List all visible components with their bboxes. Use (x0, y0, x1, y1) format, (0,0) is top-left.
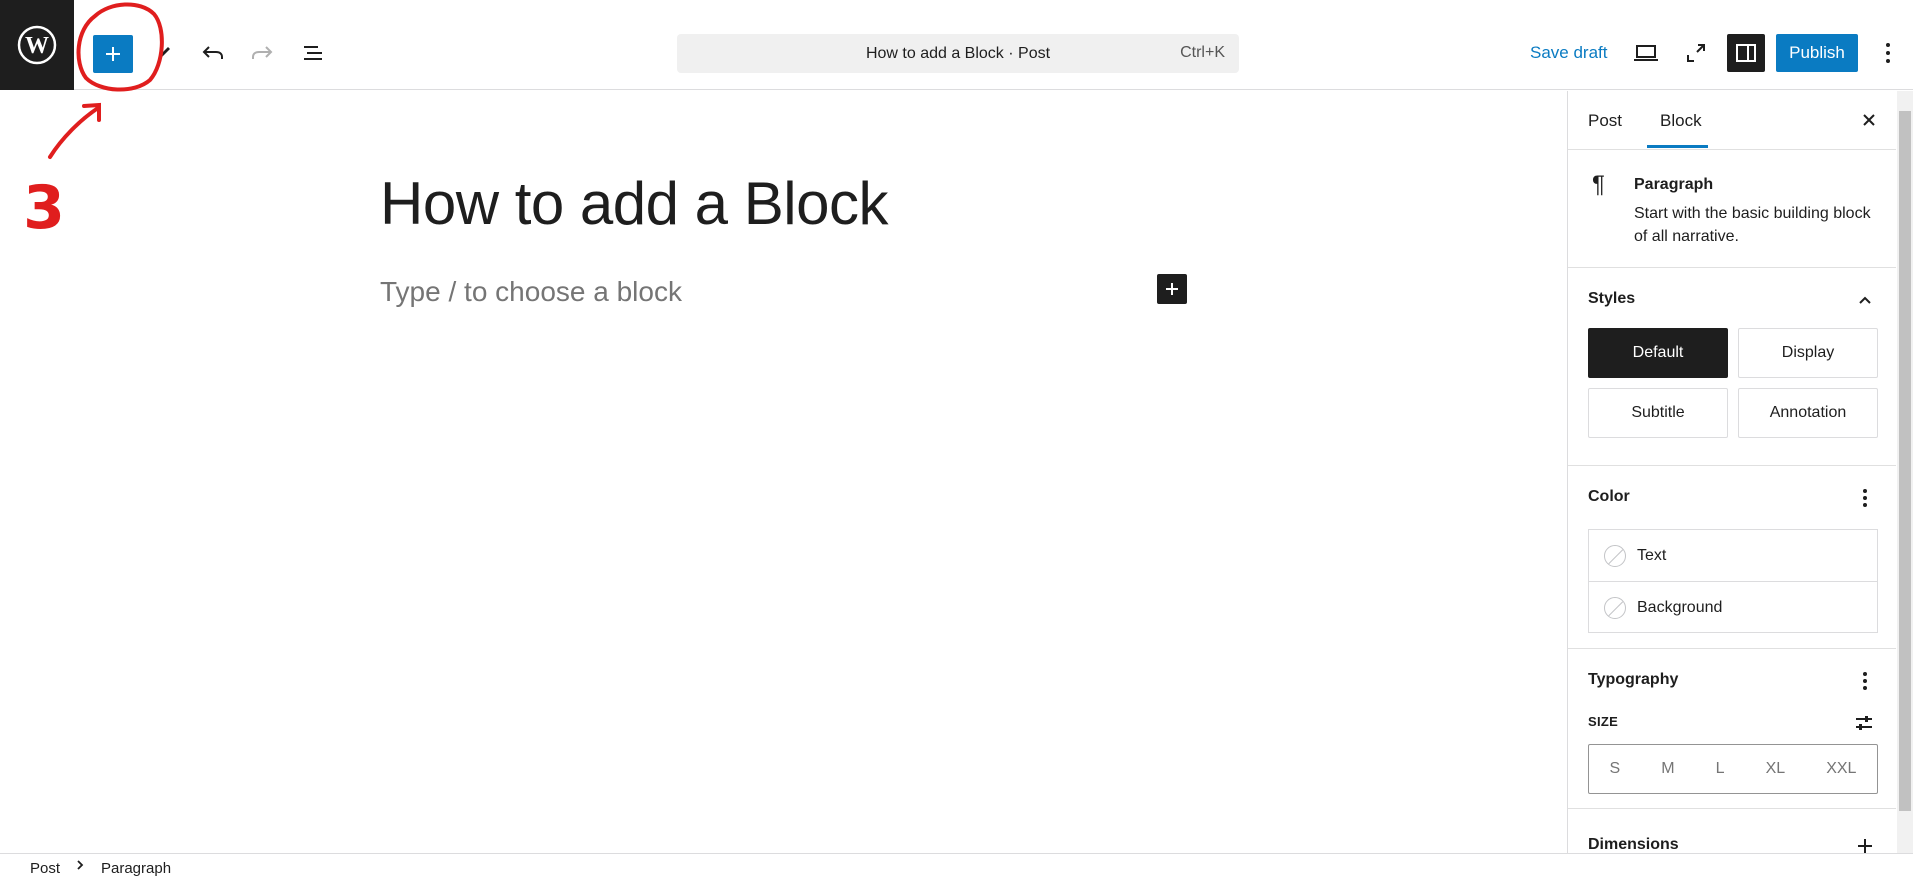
close-icon (1863, 114, 1875, 126)
sidebar-tabs: Post Block (1568, 91, 1896, 150)
pencil-icon (158, 47, 170, 61)
typography-options-button[interactable] (1855, 669, 1875, 693)
block-inserter-toggle[interactable] (93, 35, 133, 73)
style-annotation-button[interactable]: Annotation (1738, 388, 1878, 438)
empty-color-swatch-icon (1604, 596, 1626, 619)
styles-title: Styles (1588, 290, 1636, 307)
breadcrumb-paragraph[interactable]: Paragraph (101, 860, 171, 877)
scrollbar-thumb[interactable] (1899, 111, 1911, 811)
color-options-list: Text Background (1588, 529, 1878, 633)
redo-button[interactable] (238, 29, 286, 77)
color-panel: Color Text Background (1568, 466, 1896, 649)
size-option-xl[interactable]: XL (1766, 760, 1786, 778)
tools-button[interactable] (140, 29, 188, 77)
dimensions-title: Dimensions (1588, 836, 1679, 853)
more-vertical-icon (1886, 43, 1890, 63)
settings-sidebar-toggle[interactable] (1727, 34, 1765, 72)
svg-text:W: W (25, 33, 49, 59)
size-option-xxl[interactable]: XXL (1826, 760, 1856, 778)
post-title[interactable]: How to add a Block (380, 169, 888, 238)
paragraph-icon: ¶ (1592, 171, 1605, 198)
tab-block[interactable]: Block (1660, 111, 1702, 131)
text-color-label: Text (1637, 546, 1667, 564)
command-shortcut: Ctrl+K (1180, 44, 1225, 61)
wordpress-logo-button[interactable]: W (0, 0, 74, 90)
document-overview-button[interactable] (289, 29, 337, 77)
tab-post[interactable]: Post (1588, 111, 1622, 131)
size-option-s[interactable]: S (1610, 760, 1621, 778)
paragraph-block[interactable]: Type / to choose a block (380, 276, 682, 308)
save-draft-button[interactable]: Save draft (1530, 43, 1608, 63)
plus-icon (1858, 839, 1872, 853)
list-view-icon (304, 46, 322, 60)
size-label: SIZE (1588, 714, 1619, 729)
color-options-button[interactable] (1855, 486, 1875, 510)
typography-title: Typography (1588, 671, 1679, 688)
redo-icon (252, 46, 273, 59)
wordpress-icon: W (17, 25, 57, 65)
styles-panel: Styles Default Display Subtitle Annotati… (1568, 268, 1896, 466)
command-palette-bar[interactable]: How to add a Block · Post Ctrl+K (677, 34, 1239, 73)
more-vertical-icon (1863, 489, 1867, 507)
external-link-icon (1687, 44, 1705, 62)
publish-button[interactable]: Publish (1776, 34, 1858, 72)
editor-header: W How to add a Block · Post Ctrl+K Save (0, 0, 1913, 90)
text-color-option[interactable]: Text (1589, 530, 1877, 582)
empty-color-swatch-icon (1604, 544, 1626, 567)
plus-icon (106, 47, 120, 61)
active-tab-indicator (1647, 145, 1708, 148)
sidebar-icon (1736, 44, 1756, 62)
typography-panel: Typography SIZE S M L XL XXL (1568, 649, 1896, 809)
size-option-l[interactable]: L (1716, 760, 1725, 778)
undo-button[interactable] (189, 29, 237, 77)
breadcrumb-post[interactable]: Post (30, 860, 60, 877)
chevron-right-icon (75, 858, 85, 876)
block-name: Paragraph (1634, 176, 1714, 193)
plus-icon (1166, 283, 1178, 295)
background-color-option[interactable]: Background (1589, 582, 1877, 633)
block-description: Start with the basic building block of a… (1634, 205, 1871, 245)
document-title-label: How to add a Block · Post (865, 44, 1051, 62)
laptop-icon (1634, 45, 1658, 61)
options-menu-button[interactable] (1864, 29, 1912, 77)
style-default-button[interactable]: Default (1588, 328, 1728, 378)
dimensions-add-button[interactable] (1855, 834, 1875, 853)
block-card: ¶ Paragraph Start with the basic buildin… (1568, 149, 1896, 268)
inline-block-inserter[interactable] (1157, 274, 1187, 304)
view-post-button[interactable] (1672, 29, 1720, 77)
editor-canvas: How to add a Block Type / to choose a bl… (0, 91, 1567, 853)
sidebar-scrollbar[interactable] (1897, 91, 1913, 853)
color-title: Color (1588, 488, 1630, 505)
custom-size-toggle[interactable] (1853, 711, 1875, 735)
chevron-up-icon (1859, 296, 1871, 304)
styles-collapse-button[interactable] (1855, 288, 1875, 312)
close-sidebar-button[interactable] (1856, 107, 1882, 133)
settings-sliders-icon (1856, 716, 1872, 730)
dimensions-panel: Dimensions (1568, 809, 1896, 853)
more-vertical-icon (1863, 672, 1867, 690)
preview-button[interactable] (1622, 29, 1670, 77)
font-size-picker: S M L XL XXL (1588, 744, 1878, 794)
size-option-m[interactable]: M (1661, 760, 1674, 778)
block-breadcrumb: Post Paragraph (0, 853, 1913, 880)
undo-icon (202, 46, 223, 59)
background-color-label: Background (1637, 598, 1723, 616)
style-display-button[interactable]: Display (1738, 328, 1878, 378)
settings-sidebar: Post Block ¶ Paragraph Start with the ba… (1567, 91, 1896, 853)
style-subtitle-button[interactable]: Subtitle (1588, 388, 1728, 438)
